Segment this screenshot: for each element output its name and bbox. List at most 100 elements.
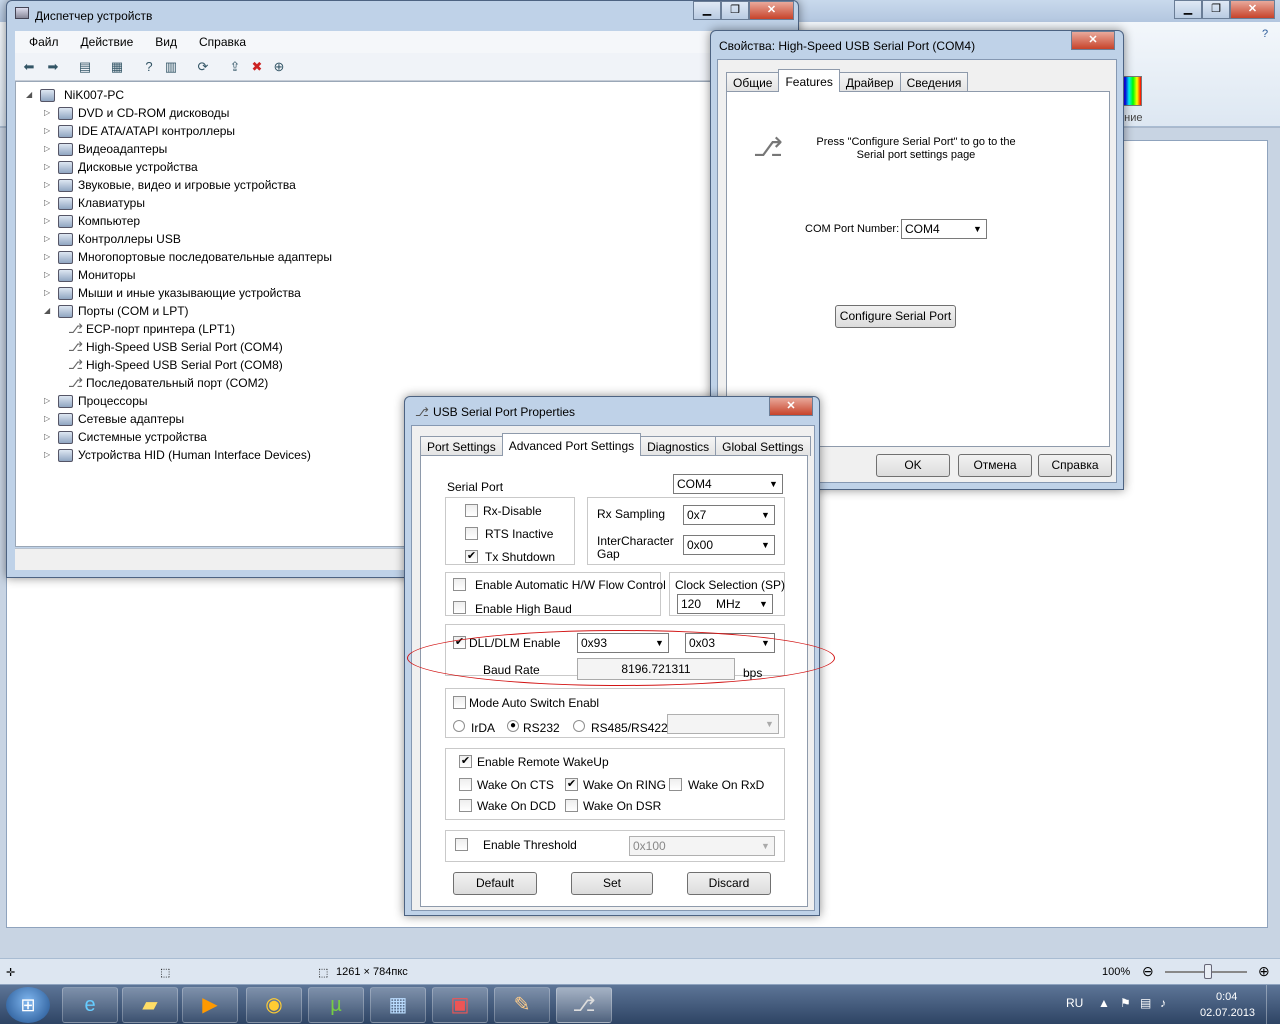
- tab-features[interactable]: Features: [778, 69, 840, 92]
- help-icon[interactable]: ?: [1262, 28, 1268, 40]
- set-button[interactable]: Set: [571, 872, 653, 895]
- update-driver-icon[interactable]: ⇪: [227, 59, 243, 75]
- clock-selection-select[interactable]: 120 MHz ▼: [677, 594, 773, 614]
- view-icon[interactable]: ▥: [163, 59, 179, 75]
- clock-date[interactable]: 02.07.2013: [1200, 1007, 1255, 1019]
- tab-details[interactable]: Сведения: [899, 72, 969, 92]
- menu-help[interactable]: Справка: [185, 31, 254, 53]
- remote-wakeup-checkbox[interactable]: ✔: [459, 755, 472, 768]
- paint-icon[interactable]: ✎: [494, 987, 550, 1023]
- scan-hardware-icon[interactable]: ⟳: [195, 59, 211, 75]
- rts-inactive-checkbox[interactable]: [465, 527, 478, 540]
- expand-icon[interactable]: ▷: [44, 104, 52, 122]
- maximize-icon[interactable]: ❐: [721, 1, 749, 20]
- enable-device-icon[interactable]: ⊕: [271, 59, 287, 75]
- clock-time[interactable]: 0:04: [1216, 991, 1237, 1003]
- device-manager-taskbar-icon[interactable]: ▦: [370, 987, 426, 1023]
- expand-icon[interactable]: ▷: [44, 140, 52, 158]
- serial-port-taskbar-icon[interactable]: ⎇: [556, 987, 612, 1023]
- ok-button[interactable]: OK: [876, 454, 950, 477]
- volume-icon[interactable]: ♪: [1160, 996, 1166, 1010]
- menu-file[interactable]: Файл: [15, 31, 67, 53]
- high-baud-checkbox[interactable]: [453, 601, 466, 614]
- toolbox-icon[interactable]: ▣: [432, 987, 488, 1023]
- start-button[interactable]: ⊞: [6, 987, 50, 1023]
- cancel-button[interactable]: Отмена: [958, 454, 1032, 477]
- wake-on-dcd-checkbox[interactable]: [459, 799, 472, 812]
- serial-port-select[interactable]: COM4 ▼: [673, 474, 783, 494]
- minimize-icon[interactable]: ▁: [693, 1, 721, 20]
- rx-disable-checkbox[interactable]: [465, 504, 478, 517]
- close-icon[interactable]: ✕: [1071, 31, 1115, 50]
- expand-icon[interactable]: ▷: [44, 392, 52, 410]
- collapse-icon[interactable]: ◢: [44, 302, 52, 320]
- com-port-select[interactable]: COM4 ▼: [901, 219, 987, 239]
- default-button[interactable]: Default: [453, 872, 537, 895]
- expand-icon[interactable]: ▷: [44, 212, 52, 230]
- expand-icon[interactable]: ▷: [44, 410, 52, 428]
- expand-icon[interactable]: ▷: [44, 194, 52, 212]
- enable-threshold-checkbox[interactable]: [455, 838, 468, 851]
- ie-icon[interactable]: e: [62, 987, 118, 1023]
- configure-serial-port-button[interactable]: Configure Serial Port: [835, 305, 956, 328]
- irda-radio[interactable]: [453, 720, 465, 732]
- expand-icon[interactable]: ▷: [44, 122, 52, 140]
- expand-icon[interactable]: ▷: [44, 248, 52, 266]
- discard-button[interactable]: Discard: [687, 872, 771, 895]
- expand-icon[interactable]: ▷: [44, 428, 52, 446]
- zoom-in-icon[interactable]: ⊕: [1258, 963, 1270, 980]
- tab-port-settings[interactable]: Port Settings: [420, 436, 503, 456]
- maximize-icon[interactable]: ❐: [1202, 0, 1230, 19]
- close-icon[interactable]: ✕: [749, 1, 794, 20]
- rs485-radio[interactable]: [573, 720, 585, 732]
- show-hidden-icons-icon[interactable]: ▲: [1098, 996, 1110, 1010]
- rx-sampling-select[interactable]: 0x7 ▼: [683, 505, 775, 525]
- minimize-icon[interactable]: ▁: [1174, 0, 1202, 19]
- media-player-icon[interactable]: ▶: [182, 987, 238, 1023]
- collapse-icon[interactable]: ◢: [26, 86, 34, 104]
- tab-diagnostics[interactable]: Diagnostics: [640, 436, 717, 456]
- help-icon[interactable]: ?: [141, 59, 157, 75]
- close-icon[interactable]: ✕: [769, 397, 813, 416]
- expand-icon[interactable]: ▷: [44, 446, 52, 464]
- intercharacter-gap-select[interactable]: 0x00 ▼: [683, 535, 775, 555]
- dlm-select[interactable]: 0x03 ▼: [685, 633, 775, 653]
- wake-on-cts-checkbox[interactable]: [459, 778, 472, 791]
- back-arrow-icon[interactable]: ⬅: [21, 59, 37, 75]
- menu-view[interactable]: Вид: [141, 31, 185, 53]
- close-icon[interactable]: ✕: [1230, 0, 1275, 19]
- console-tree-icon[interactable]: ▤: [77, 59, 93, 75]
- uninstall-icon[interactable]: ✖: [249, 59, 265, 75]
- tx-shutdown-checkbox[interactable]: ✔: [465, 550, 478, 563]
- dll-select[interactable]: 0x93 ▼: [577, 633, 669, 653]
- wake-on-ring-checkbox[interactable]: ✔: [565, 778, 578, 791]
- expand-icon[interactable]: ▷: [44, 230, 52, 248]
- tab-global-settings[interactable]: Global Settings: [715, 436, 811, 456]
- mode-auto-switch-checkbox[interactable]: [453, 696, 466, 709]
- chrome-icon[interactable]: ◉: [246, 987, 302, 1023]
- rs232-radio[interactable]: ●: [507, 720, 519, 732]
- utorrent-icon[interactable]: µ: [308, 987, 364, 1023]
- tab-driver[interactable]: Драйвер: [838, 72, 901, 92]
- threshold-select[interactable]: 0x100 ▼: [629, 836, 775, 856]
- tab-general[interactable]: Общие: [726, 72, 780, 92]
- zoom-slider-thumb[interactable]: [1204, 964, 1212, 979]
- wake-on-rxd-checkbox[interactable]: [669, 778, 682, 791]
- mode-select[interactable]: ▼: [667, 714, 779, 734]
- wake-on-dsr-checkbox[interactable]: [565, 799, 578, 812]
- expand-icon[interactable]: ▷: [44, 266, 52, 284]
- tab-advanced-port-settings[interactable]: Advanced Port Settings: [501, 433, 642, 456]
- properties-icon[interactable]: ▦: [109, 59, 125, 75]
- action-center-flag-icon[interactable]: ⚑: [1120, 996, 1131, 1010]
- zoom-out-icon[interactable]: ⊖: [1142, 963, 1154, 980]
- explorer-folder-icon[interactable]: ▰: [122, 987, 178, 1023]
- forward-arrow-icon[interactable]: ➡: [45, 59, 61, 75]
- expand-icon[interactable]: ▷: [44, 176, 52, 194]
- auto-flow-control-checkbox[interactable]: [453, 578, 466, 591]
- help-button[interactable]: Справка: [1038, 454, 1112, 477]
- network-icon[interactable]: ▤: [1140, 996, 1151, 1010]
- language-indicator[interactable]: RU: [1066, 996, 1083, 1010]
- show-desktop-button[interactable]: [1266, 985, 1280, 1025]
- dll-dlm-enable-checkbox[interactable]: ✔: [453, 636, 466, 649]
- expand-icon[interactable]: ▷: [44, 158, 52, 176]
